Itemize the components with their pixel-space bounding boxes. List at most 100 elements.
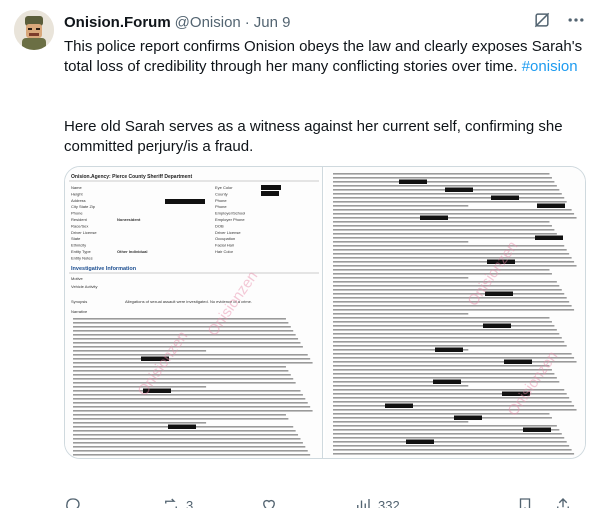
text-line — [333, 401, 572, 403]
text-line — [333, 329, 557, 331]
text-line — [333, 221, 550, 223]
text-line — [73, 414, 286, 416]
reply-button[interactable] — [64, 496, 88, 508]
text-line — [73, 430, 296, 432]
text-line — [73, 354, 308, 356]
tweet[interactable]: Onision.Forum @Onision · Jun 9 This poli… — [0, 0, 600, 508]
text-line — [333, 321, 552, 323]
text-line — [73, 358, 311, 360]
text-line — [333, 377, 557, 379]
row-label: Phone — [215, 198, 227, 203]
share-button[interactable] — [554, 496, 572, 508]
text-line — [333, 453, 575, 455]
redaction-bar — [454, 415, 482, 420]
redaction-bar — [445, 187, 473, 192]
row-value: Other Individual — [117, 249, 147, 254]
bookmark-button[interactable] — [516, 496, 534, 508]
text-line — [333, 197, 565, 199]
text-line — [333, 193, 562, 195]
police-report-page-2[interactable]: Onisionzen Onisionzen — [325, 167, 585, 458]
more-icon[interactable] — [566, 10, 586, 30]
text-line — [73, 406, 311, 408]
text-line — [333, 313, 469, 315]
text-line — [73, 450, 308, 452]
row-label: Phone — [215, 204, 227, 209]
police-report-page-1[interactable]: Onision.Agency: Pierce County Sheriff De… — [65, 167, 323, 458]
avatar[interactable] — [14, 10, 54, 50]
hashtag-link[interactable]: #onision — [522, 58, 578, 75]
text-line — [333, 241, 469, 243]
redaction-bar — [491, 195, 519, 200]
row-value: Nonresident — [117, 217, 141, 222]
text-line — [333, 425, 557, 427]
text-line — [333, 301, 570, 303]
text-line — [333, 385, 469, 387]
text-line — [73, 418, 289, 420]
text-line — [333, 185, 557, 187]
post-paragraph-2: Here old Sarah serves as a witness again… — [64, 118, 563, 155]
separator: · — [244, 13, 250, 31]
redaction-bar — [435, 347, 463, 352]
text-line — [333, 173, 550, 175]
text-line — [333, 213, 575, 215]
text-line — [333, 421, 469, 423]
row-label: Address — [71, 198, 86, 203]
text-line — [333, 333, 560, 335]
row-label: Entity Type — [71, 249, 91, 254]
text-line — [333, 365, 550, 367]
text-line — [333, 209, 572, 211]
text-line — [73, 370, 289, 372]
row-label: Name — [71, 185, 82, 190]
row-label: County — [215, 191, 228, 196]
text-line — [333, 273, 552, 275]
text-line — [73, 382, 296, 384]
repost-count: 3 — [186, 497, 194, 508]
views-icon — [357, 499, 370, 508]
text-line — [73, 454, 311, 456]
text-line — [333, 345, 567, 347]
user-handle[interactable]: @Onision — [175, 14, 241, 31]
watermark: Onisionzen — [504, 348, 561, 419]
row-label: Hair Color — [215, 249, 234, 254]
row-label: Driver License — [215, 230, 241, 235]
text-line — [73, 410, 313, 412]
text-line — [73, 350, 207, 352]
repost-button[interactable]: 3 — [162, 496, 193, 508]
text-line — [73, 346, 303, 348]
views-button[interactable]: 332 — [354, 496, 400, 508]
entity-rows: NameHeightAddressCity State ZipPhoneResi… — [71, 185, 245, 260]
redaction-bar — [261, 191, 279, 196]
narrative-text-lines — [73, 318, 313, 456]
like-button[interactable] — [260, 496, 284, 508]
attached-image[interactable]: Onision.Agency: Pierce County Sheriff De… — [64, 166, 586, 459]
text-line — [333, 437, 565, 439]
text-line — [333, 201, 567, 203]
no-grok-icon[interactable] — [532, 10, 552, 30]
text-line — [73, 330, 294, 332]
text-line — [333, 409, 577, 411]
text-line — [73, 442, 303, 444]
paragraph-1-text: This police report confirms Onision obey… — [64, 38, 583, 75]
text-line — [73, 402, 308, 404]
post-date[interactable]: Jun 9 — [254, 14, 291, 31]
text-line — [333, 249, 567, 251]
text-line — [333, 229, 555, 231]
text-line — [333, 285, 560, 287]
row-label: DOB — [215, 223, 224, 228]
display-name[interactable]: Onision.Forum — [64, 14, 171, 31]
row-label: Eye Color — [215, 185, 233, 190]
row-label: Phone — [71, 211, 83, 216]
text-line — [333, 269, 550, 271]
redaction-bar — [420, 215, 448, 220]
text-line — [333, 433, 562, 435]
text-line — [73, 322, 289, 324]
text-line — [73, 422, 207, 424]
text-line — [73, 378, 294, 380]
row-label: Driver License — [71, 230, 97, 235]
redaction-bar — [537, 203, 565, 208]
row-label: Facial Hair — [215, 243, 235, 248]
text-line — [73, 438, 301, 440]
text-line — [333, 281, 557, 283]
row-label: City State Zip — [71, 204, 96, 209]
row-label: Entity Notes — [71, 255, 93, 260]
